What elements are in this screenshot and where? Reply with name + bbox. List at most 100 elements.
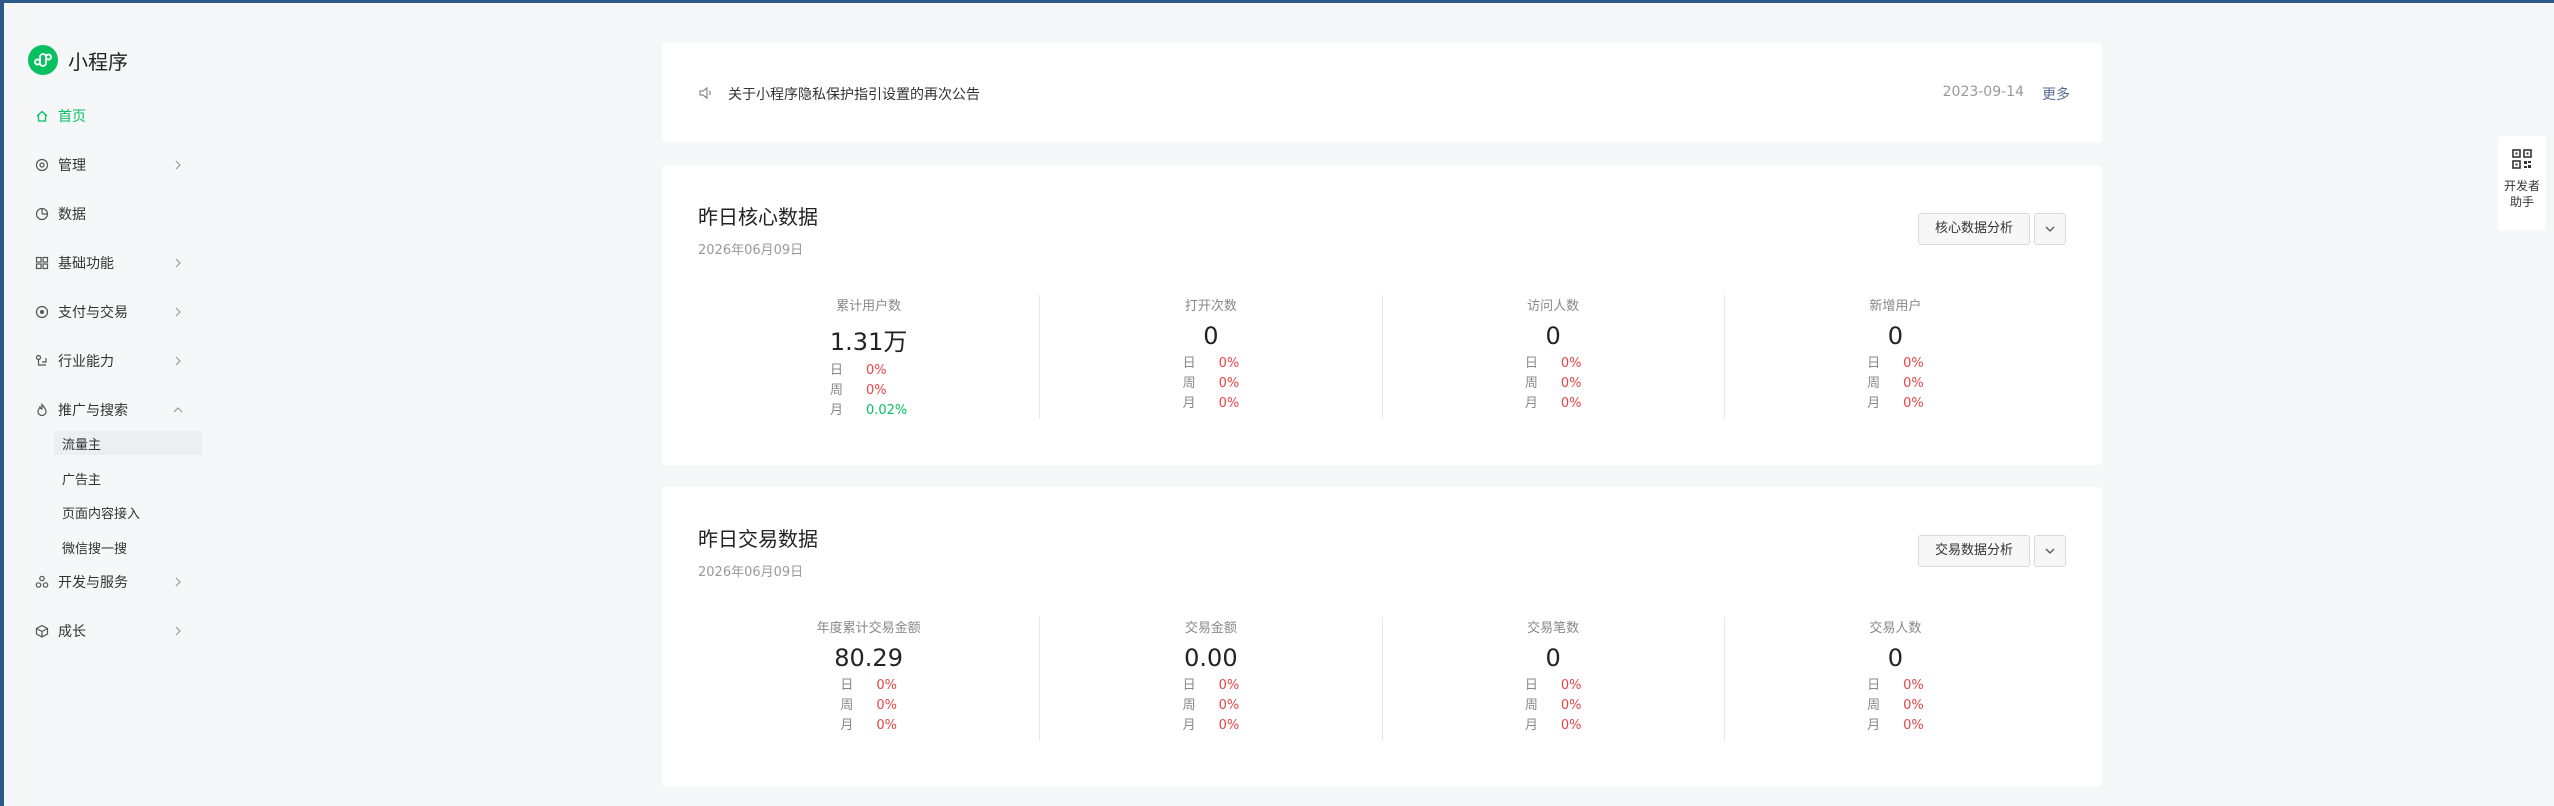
metric-change-day: 0% bbox=[1903, 356, 1924, 371]
metric-change-day: 0% bbox=[1218, 356, 1240, 371]
helper-label-line2: 助手 bbox=[2509, 195, 2534, 209]
metric-label: 交易人数 bbox=[1869, 621, 1922, 636]
notice-date: 2023-09-14 bbox=[1942, 84, 2024, 100]
notice-link[interactable]: 关于小程序隐私保护指引设置的再次公告 bbox=[728, 84, 980, 104]
sidebar: 小程序 首页 管理 数据 基础功能 支付与交易 行业能力 推广与搜索 流量主 广… bbox=[4, 3, 214, 806]
sidebar-item-payment[interactable]: 支付与交易 bbox=[34, 298, 184, 326]
metric-item: 访问人数 0 日 0% 周 0% 月 0% bbox=[1383, 295, 1725, 419]
metric-change-month: 0% bbox=[1218, 396, 1240, 411]
period-label-day: 日 bbox=[829, 363, 843, 378]
period-label-week: 周 bbox=[1867, 376, 1881, 391]
sidebar-subitem-label: 微信搜一搜 bbox=[62, 541, 128, 557]
period-label-day: 日 bbox=[1524, 356, 1538, 371]
triangle-dots-icon bbox=[34, 574, 50, 590]
sidebar-subitem-advertiser[interactable]: 广告主 bbox=[54, 466, 202, 490]
chevron-right-icon bbox=[175, 160, 181, 170]
metric-change-week: 0% bbox=[865, 383, 887, 398]
trade-analysis-dropdown[interactable] bbox=[2034, 535, 2066, 567]
grid-icon bbox=[34, 255, 50, 271]
card-date: 2026年06月09日 bbox=[698, 243, 804, 258]
sidebar-item-label: 行业能力 bbox=[58, 354, 114, 370]
period-label-month: 月 bbox=[1182, 396, 1196, 411]
metric-label: 年度累计交易金额 bbox=[816, 621, 921, 636]
period-label-week: 周 bbox=[1182, 376, 1196, 391]
sidebar-subitem-traffic-owner[interactable]: 流量主 bbox=[54, 431, 202, 455]
sidebar-subitem-wechat-search[interactable]: 微信搜一搜 bbox=[54, 535, 202, 559]
home-icon bbox=[34, 108, 50, 124]
metric-label: 累计用户数 bbox=[836, 299, 902, 314]
period-label-month: 月 bbox=[1867, 718, 1881, 733]
chevron-down-icon bbox=[2045, 548, 2055, 554]
metric-value: 0 bbox=[1545, 644, 1561, 672]
app-logo[interactable]: 小程序 bbox=[28, 45, 128, 75]
trade-analysis-button[interactable]: 交易数据分析 bbox=[1917, 535, 2030, 567]
notice-more-link[interactable]: 更多 bbox=[2042, 84, 2070, 104]
sidebar-item-home[interactable]: 首页 bbox=[34, 102, 184, 130]
metric-change-week: 0% bbox=[1903, 698, 1924, 713]
metric-change-day: 0% bbox=[1903, 678, 1924, 693]
metric-change-month: 0% bbox=[1560, 396, 1582, 411]
metric-change-week: 0% bbox=[1218, 698, 1240, 713]
sidebar-item-dev-services[interactable]: 开发与服务 bbox=[34, 568, 184, 596]
metric-label: 新增用户 bbox=[1869, 299, 1922, 314]
metric-item: 打开次数 0 日 0% 周 0% 月 0% bbox=[1040, 295, 1383, 419]
speaker-icon bbox=[699, 86, 711, 100]
clock-pie-icon bbox=[34, 206, 50, 222]
metric-item: 交易人数 0 日 0% 周 0% 月 0% bbox=[1725, 617, 2066, 741]
metric-change-day: 0% bbox=[876, 678, 897, 693]
cube-icon bbox=[34, 623, 50, 639]
chevron-right-icon bbox=[175, 356, 181, 366]
period-label-week: 周 bbox=[840, 698, 854, 713]
metric-item: 交易笔数 0 日 0% 周 0% 月 0% bbox=[1383, 617, 1725, 741]
period-label-week: 周 bbox=[829, 383, 843, 398]
metric-value: 0.00 bbox=[1184, 644, 1238, 672]
sidebar-item-label: 管理 bbox=[58, 158, 86, 174]
sidebar-item-industry[interactable]: 行业能力 bbox=[34, 347, 184, 375]
metric-change-month: 0% bbox=[1218, 718, 1240, 733]
card-title: 昨日核心数据 bbox=[698, 205, 818, 229]
sidebar-item-label: 支付与交易 bbox=[58, 305, 128, 321]
sidebar-item-label: 推广与搜索 bbox=[58, 403, 128, 419]
core-data-card: 昨日核心数据 2026年06月09日 核心数据分析 累计用户数 1.31万 日0… bbox=[662, 165, 2102, 465]
metric-change-month: 0% bbox=[876, 718, 897, 733]
metric-value: 0 bbox=[1203, 322, 1219, 350]
sidebar-item-growth[interactable]: 成长 bbox=[34, 617, 184, 645]
period-label-week: 周 bbox=[1867, 698, 1881, 713]
metric-change-day: 0% bbox=[865, 363, 887, 378]
period-label-day: 日 bbox=[1867, 356, 1881, 371]
metric-change-week: 0% bbox=[876, 698, 897, 713]
metric-change-day: 0% bbox=[1218, 678, 1240, 693]
qr-code-icon bbox=[2512, 149, 2532, 169]
sidebar-item-label: 首页 bbox=[58, 109, 86, 125]
period-label-month: 月 bbox=[1867, 396, 1881, 411]
metric-change-week: 0% bbox=[1560, 376, 1582, 391]
chevron-down-icon bbox=[2045, 226, 2055, 232]
chevron-up-icon bbox=[173, 407, 183, 413]
metric-item: 新增用户 0 日 0% 周 0% 月 0% bbox=[1725, 295, 2066, 419]
sidebar-subitem-page-content[interactable]: 页面内容接入 bbox=[54, 500, 202, 524]
metric-change-week: 0% bbox=[1218, 376, 1240, 391]
card-date: 2026年06月09日 bbox=[698, 565, 804, 580]
flame-icon bbox=[34, 402, 50, 418]
period-label-week: 周 bbox=[1182, 698, 1196, 713]
period-label-month: 月 bbox=[1182, 718, 1196, 733]
period-label-day: 日 bbox=[1524, 678, 1538, 693]
app-name: 小程序 bbox=[68, 49, 128, 74]
period-label-month: 月 bbox=[829, 403, 843, 418]
sidebar-item-data[interactable]: 数据 bbox=[34, 200, 184, 228]
period-label-month: 月 bbox=[1524, 396, 1538, 411]
period-label-day: 日 bbox=[1182, 678, 1196, 693]
sidebar-item-label: 数据 bbox=[58, 207, 86, 223]
sidebar-item-manage[interactable]: 管理 bbox=[34, 151, 184, 179]
metric-item: 年度累计交易金额 80.29 日 0% 周 0% 月 0% bbox=[698, 617, 1041, 741]
sidebar-item-promotion[interactable]: 推广与搜索 bbox=[34, 396, 184, 424]
developer-assistant-button[interactable]: 开发者 助手 bbox=[2498, 136, 2546, 230]
metric-change-month: 0.02% bbox=[865, 403, 908, 418]
period-label-day: 日 bbox=[1867, 678, 1881, 693]
sidebar-item-label: 基础功能 bbox=[58, 256, 114, 272]
metric-label: 打开次数 bbox=[1184, 299, 1237, 314]
core-analysis-button[interactable]: 核心数据分析 bbox=[1917, 213, 2030, 245]
sidebar-item-basic-features[interactable]: 基础功能 bbox=[34, 249, 184, 277]
metric-label: 交易笔数 bbox=[1527, 621, 1580, 636]
core-analysis-dropdown[interactable] bbox=[2034, 213, 2066, 245]
